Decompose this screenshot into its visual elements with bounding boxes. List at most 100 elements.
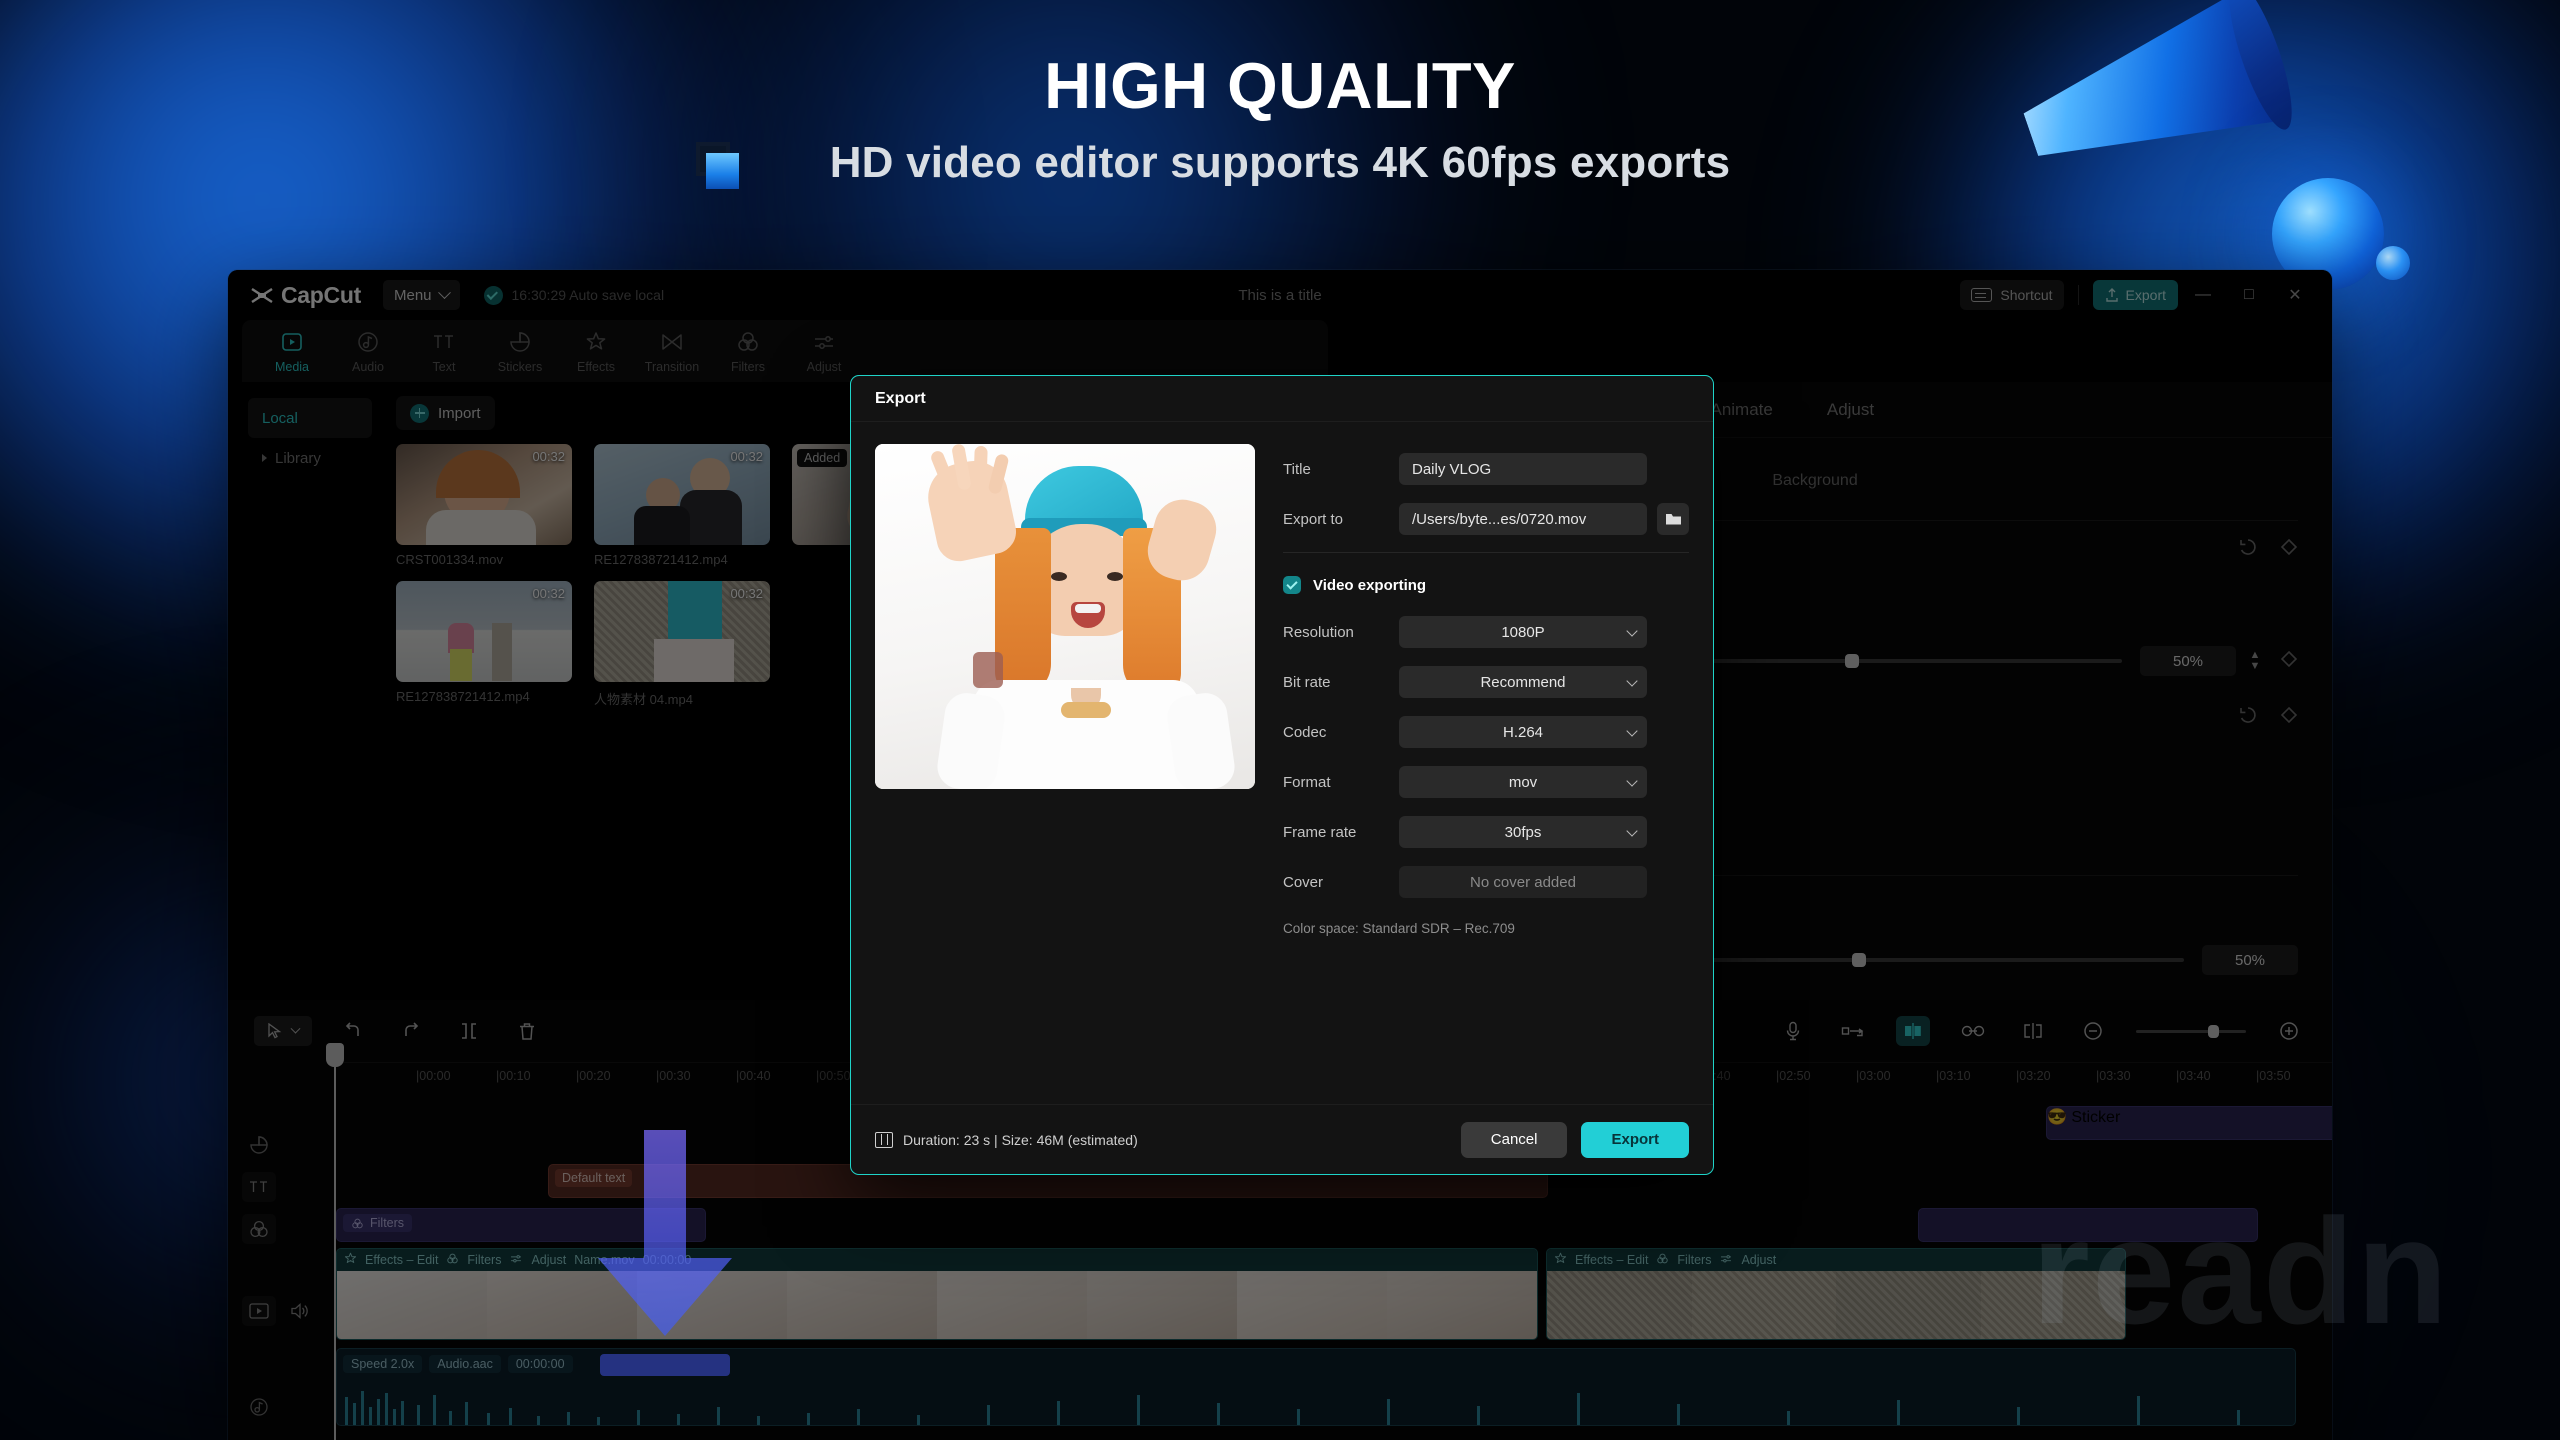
media-item[interactable]: 00:32 RE127838721412.mp4 xyxy=(396,581,572,708)
tool-audio[interactable]: Audio xyxy=(332,329,404,374)
zoom-in-icon[interactable] xyxy=(2272,1016,2306,1046)
tool-adjust[interactable]: Adjust xyxy=(788,329,860,374)
export-confirm-button[interactable]: Export xyxy=(1581,1121,1689,1158)
window-controls: Shortcut Export — □ ✕ xyxy=(1960,274,2316,316)
bitrate-label: Bit rate xyxy=(1283,673,1331,691)
speaker-icon[interactable] xyxy=(282,1296,316,1326)
codec-label: Codec xyxy=(1283,723,1327,741)
keyframe-icon[interactable] xyxy=(2280,706,2298,729)
reset-icon[interactable] xyxy=(2238,537,2258,562)
sidebar-item-library[interactable]: Library xyxy=(248,438,372,478)
added-badge: Added xyxy=(797,449,848,467)
cover-button[interactable]: No cover added xyxy=(1399,866,1647,898)
ruler-tick: 02:50 xyxy=(1776,1069,1810,1083)
title-input[interactable]: Daily VLOG xyxy=(1399,453,1647,485)
minimize-button[interactable]: — xyxy=(2182,274,2224,316)
media-thumbnail[interactable]: 00:32 xyxy=(594,581,770,682)
text-icon[interactable] xyxy=(242,1172,276,1202)
filters-icon[interactable] xyxy=(242,1214,276,1244)
keyframe-icon[interactable] xyxy=(2280,650,2298,673)
app-logo: CapCut xyxy=(250,282,361,309)
split-icon[interactable] xyxy=(452,1016,486,1046)
video-tag: Effects – Edit xyxy=(1575,1253,1649,1267)
chevron-down-icon xyxy=(437,285,451,299)
export-label: Export xyxy=(2125,287,2166,303)
sidebar-item-local[interactable]: Local xyxy=(248,398,372,438)
keyframe-icon[interactable] xyxy=(2280,538,2298,561)
square-decoration xyxy=(696,142,742,189)
framerate-select[interactable]: 30fps xyxy=(1399,816,1647,848)
format-select[interactable]: mov xyxy=(1399,766,1647,798)
zoom-out-icon[interactable] xyxy=(2076,1016,2110,1046)
video-exporting-row[interactable]: Video exporting xyxy=(1283,563,1689,607)
media-icon[interactable] xyxy=(242,1296,276,1326)
mirror-icon[interactable] xyxy=(1896,1016,1930,1046)
film-icon xyxy=(875,1131,893,1148)
redo-icon[interactable] xyxy=(394,1016,428,1046)
maximize-button[interactable]: □ xyxy=(2228,274,2270,316)
video-exporting-checkbox[interactable] xyxy=(1283,576,1301,594)
undo-icon[interactable] xyxy=(336,1016,370,1046)
strength-value[interactable]: 50% xyxy=(2140,646,2236,676)
tool-media[interactable]: Media xyxy=(256,329,328,374)
folder-icon[interactable] xyxy=(1657,503,1689,535)
media-duration: 00:32 xyxy=(532,586,565,601)
delete-icon[interactable] xyxy=(510,1016,544,1046)
tool-transition[interactable]: Transition xyxy=(636,329,708,374)
media-duration: 00:32 xyxy=(730,449,763,464)
tab-animate[interactable]: Animate xyxy=(1710,400,1772,420)
stepper-icon[interactable]: ▲ ▼ xyxy=(2244,650,2266,672)
resolution-select[interactable]: 1080P xyxy=(1399,616,1647,648)
media-icon xyxy=(281,329,303,355)
audio-speed: Speed 2.0x xyxy=(343,1355,423,1373)
select-cursor-icon[interactable] xyxy=(254,1016,312,1046)
shortcut-button[interactable]: Shortcut xyxy=(1960,280,2064,310)
media-thumbnail[interactable]: 00:32 xyxy=(396,581,572,682)
tab-adjust[interactable]: Adjust xyxy=(1827,400,1874,420)
chevron-down-icon xyxy=(1626,675,1638,687)
snap-icon[interactable] xyxy=(2016,1016,2050,1046)
cancel-button[interactable]: Cancel xyxy=(1460,1121,1568,1158)
sticker-clip[interactable]: 😎 Sticker xyxy=(2046,1106,2332,1140)
media-thumbnail[interactable]: 00:32 xyxy=(396,444,572,545)
zoom-value[interactable]: 50% xyxy=(2202,945,2298,975)
category-label: Library xyxy=(275,449,321,467)
ruler-tick: 00:00 xyxy=(416,1069,450,1083)
export-button[interactable]: Export xyxy=(2092,280,2178,310)
tool-text[interactable]: Text xyxy=(408,329,480,374)
tool-effects[interactable]: Effects xyxy=(560,329,632,374)
close-button[interactable]: ✕ xyxy=(2274,274,2316,316)
segment-background[interactable]: Background xyxy=(1742,460,1887,502)
watermark-text: readn xyxy=(2031,1187,2450,1355)
media-item[interactable]: 00:32 CRST001334.mov xyxy=(396,444,572,567)
audio-icon[interactable] xyxy=(242,1392,276,1422)
codec-row: Codec H.264 xyxy=(1283,707,1689,757)
timeline-zoom-slider[interactable] xyxy=(2136,1024,2246,1038)
chevron-down-icon xyxy=(1626,775,1638,787)
import-button[interactable]: Import xyxy=(396,396,495,430)
stickers-icon[interactable] xyxy=(242,1130,276,1160)
triangle-right-icon xyxy=(262,454,267,462)
media-item[interactable]: 00:32 人物素材 04.mp4 xyxy=(594,581,770,708)
mic-icon[interactable] xyxy=(1776,1016,1810,1046)
video-clip[interactable]: Effects – Edit Filters Adjust Name.mov 0… xyxy=(336,1248,1538,1340)
timeline-right-tools xyxy=(1776,1016,2306,1046)
media-filename: CRST001334.mov xyxy=(396,552,503,567)
media-thumbnail[interactable]: 00:32 xyxy=(594,444,770,545)
reset-icon[interactable] xyxy=(2238,705,2258,730)
media-item[interactable]: 00:32 RE127838721412.mp4 xyxy=(594,444,770,567)
menu-label: Menu xyxy=(393,286,432,304)
autosave-text: 16:30:29 Auto save local xyxy=(511,287,665,303)
menu-button[interactable]: Menu xyxy=(382,280,460,310)
capcut-logo-icon xyxy=(250,287,274,304)
tool-label: Transition xyxy=(644,359,700,374)
bitrate-select[interactable]: Recommend xyxy=(1399,666,1647,698)
video-tag: Adjust xyxy=(531,1253,567,1267)
link-icon[interactable] xyxy=(1956,1016,1990,1046)
keyframe-icon[interactable] xyxy=(1836,1016,1870,1046)
codec-select[interactable]: H.264 xyxy=(1399,716,1647,748)
tool-stickers[interactable]: Stickers xyxy=(484,329,556,374)
export-path-input[interactable]: /Users/byte...es/0720.mov xyxy=(1399,503,1647,535)
video-exporting-label: Video exporting xyxy=(1313,576,1427,594)
tool-filters[interactable]: Filters xyxy=(712,329,784,374)
